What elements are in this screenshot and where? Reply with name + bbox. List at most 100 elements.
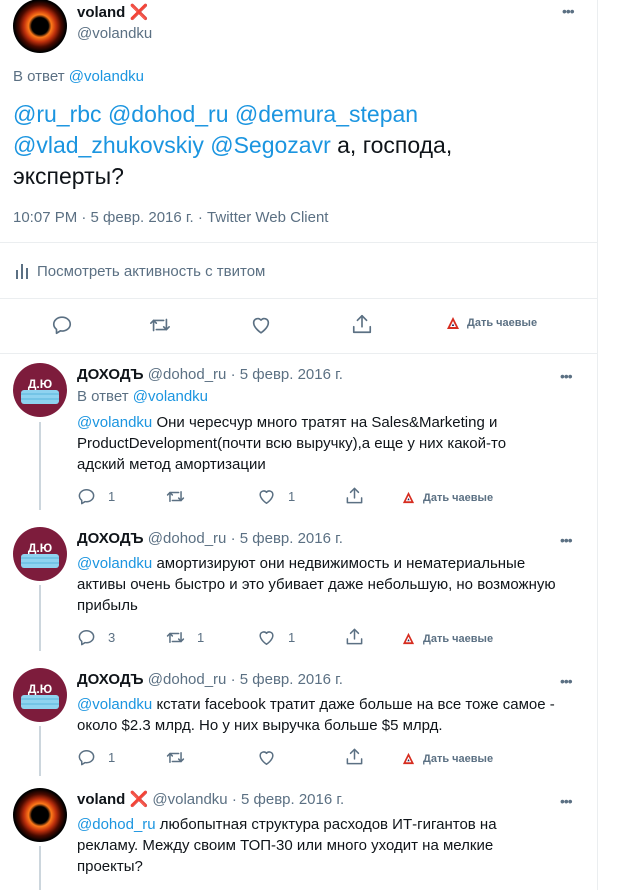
tip-button[interactable]: Дать чаевые [402, 632, 493, 645]
avatar[interactable]: Д.Ю [13, 363, 67, 417]
tweet-date[interactable]: 5 февр. 2016 г. [240, 530, 343, 547]
reply-count: 1 [108, 750, 116, 765]
tweet-timestamp[interactable]: 10:07 PM · 5 февр. 2016 г. · Twitter Web… [13, 208, 328, 228]
mention-link[interactable]: @volandku [77, 414, 152, 431]
mention-link[interactable]: @vlad_zhukovskiy [13, 132, 204, 158]
author-name[interactable]: ДОХОДЪ [77, 366, 144, 383]
retweet-button[interactable]: 1 [166, 628, 204, 647]
tweet-text: @ru_rbc @dohod_ru @demura_stepan @vlad_z… [13, 99, 533, 192]
divider [0, 353, 597, 354]
more-icon[interactable]: ••• [560, 674, 573, 688]
tip-button[interactable]: Дать чаевые [402, 752, 493, 765]
share-button[interactable] [345, 627, 364, 646]
share-icon [345, 627, 364, 646]
retweet-button[interactable] [166, 487, 197, 506]
mention-link[interactable]: @volandku [77, 555, 152, 572]
like-icon [257, 748, 276, 767]
share-icon [345, 747, 364, 766]
mention-link[interactable]: @demura_stepan [235, 101, 418, 127]
author-name[interactable]: ДОХОДЪ [77, 530, 144, 547]
author-handle[interactable]: @dohod_ru [148, 366, 227, 383]
separator: · [231, 791, 237, 808]
badge-icon: ❌ [129, 791, 149, 808]
retweet-button[interactable] [166, 748, 197, 767]
reply-icon [77, 628, 96, 647]
like-icon [250, 314, 272, 336]
like-button[interactable] [250, 314, 272, 336]
mention-link[interactable]: @ru_rbc [13, 101, 102, 127]
mention-link[interactable]: @dohod_ru [77, 816, 156, 833]
more-icon[interactable]: ••• [562, 4, 575, 18]
retweet-icon [149, 314, 171, 336]
retweet-icon [166, 748, 185, 767]
tip-icon [446, 316, 460, 330]
author-handle[interactable]: @dohod_ru [148, 671, 227, 688]
avatar[interactable] [13, 0, 67, 53]
reply-button[interactable]: 1 [77, 487, 115, 506]
activity-icon [13, 262, 31, 280]
separator: · [230, 530, 236, 547]
tip-icon [402, 752, 415, 765]
author-name[interactable]: voland [77, 791, 125, 808]
retweet-icon [166, 487, 185, 506]
reply-icon [77, 487, 96, 506]
tip-button[interactable]: Дать чаевые [402, 491, 493, 504]
author-handle[interactable]: @dohod_ru [148, 530, 227, 547]
mention-link[interactable]: @Segozavr [210, 132, 331, 158]
like-icon [257, 628, 276, 647]
reply-button[interactable]: 3 [77, 628, 115, 647]
author-name[interactable]: voland [77, 4, 125, 21]
reply-to-link[interactable]: @volandku [133, 388, 208, 405]
avatar[interactable] [13, 788, 67, 842]
avatar[interactable]: Д.Ю [13, 668, 67, 722]
mention-link[interactable]: @dohod_ru [108, 101, 229, 127]
reply-icon [51, 314, 73, 336]
view-activity-button[interactable]: Посмотреть активность с твитом [13, 262, 265, 280]
tip-label: Дать чаевые [423, 491, 494, 504]
tweet-date[interactable]: 5 февр. 2016 г. [241, 791, 344, 808]
author-name[interactable]: ДОХОДЪ [77, 671, 144, 688]
reply-count: 1 [108, 489, 116, 504]
tip-label: Дать чаевые [423, 632, 494, 645]
divider [0, 298, 597, 299]
reply-count: 3 [108, 630, 116, 645]
timeline-column: voland ❌ @volandku ••• В ответ @volandku… [0, 0, 598, 890]
thread-line [39, 585, 41, 651]
like-count: 1 [288, 489, 296, 504]
more-icon[interactable]: ••• [560, 794, 573, 808]
like-icon [257, 487, 276, 506]
more-icon[interactable]: ••• [560, 533, 573, 547]
tip-icon [402, 632, 415, 645]
like-count: 1 [288, 630, 296, 645]
tweet-date[interactable]: 5 февр. 2016 г. [240, 366, 343, 383]
activity-label: Посмотреть активность с твитом [37, 262, 266, 280]
thread-line [39, 846, 41, 890]
reply-button[interactable]: 1 [77, 748, 115, 767]
retweet-button[interactable] [149, 314, 171, 336]
tweet-date[interactable]: 5 февр. 2016 г. [240, 671, 343, 688]
tip-icon [402, 491, 415, 504]
avatar[interactable]: Д.Ю [13, 527, 67, 581]
like-button[interactable] [257, 748, 288, 767]
mention-link[interactable]: @volandku [77, 696, 152, 713]
share-icon [351, 313, 373, 335]
divider [0, 242, 597, 243]
badge-icon: ❌ [129, 4, 149, 21]
share-button[interactable] [345, 486, 364, 505]
author-handle[interactable]: @volandku [152, 791, 227, 808]
reply-icon [77, 748, 96, 767]
reply-prefix: В ответ [77, 388, 129, 405]
reply-button[interactable] [51, 314, 73, 336]
reply-to-link[interactable]: @volandku [69, 68, 144, 85]
author-handle[interactable]: @volandku [77, 24, 152, 44]
like-button[interactable]: 1 [257, 487, 295, 506]
separator: · [230, 366, 236, 383]
more-icon[interactable]: ••• [560, 369, 573, 383]
tip-button[interactable]: Дать чаевые [446, 316, 537, 330]
separator: · [230, 671, 236, 688]
share-button[interactable] [351, 313, 373, 335]
tip-label: Дать чаевые [423, 752, 494, 765]
share-button[interactable] [345, 747, 364, 766]
like-button[interactable]: 1 [257, 628, 295, 647]
reply-prefix: В ответ [13, 68, 65, 85]
